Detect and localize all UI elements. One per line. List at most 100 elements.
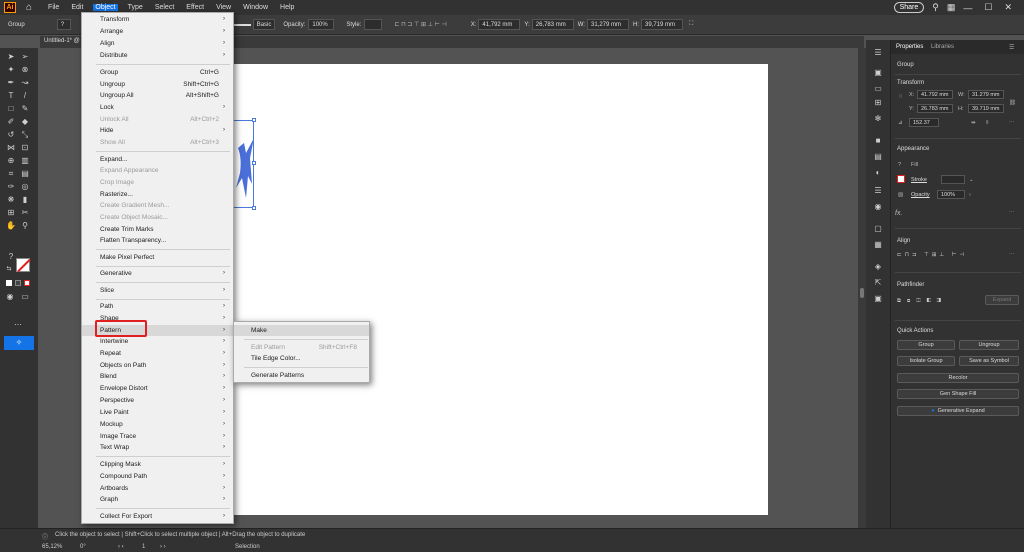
width-tool-icon[interactable]: ⋈: [6, 143, 16, 153]
menu-item[interactable]: Blend ›: [82, 371, 233, 382]
submenu-item-make[interactable]: Make: [234, 325, 369, 336]
menu-select[interactable]: Select: [153, 4, 176, 11]
generative-icon[interactable]: ✧: [4, 336, 34, 350]
rectangle-tool-icon[interactable]: □: [6, 104, 16, 114]
export-icon[interactable]: ▣: [873, 294, 883, 304]
more-tools-icon[interactable]: ⋯: [13, 320, 23, 330]
menu-item[interactable]: Transform ›: [82, 14, 233, 25]
resize-handle[interactable]: [252, 118, 256, 122]
menu-item[interactable]: Mockup ›: [82, 419, 233, 430]
minimize-icon[interactable]: —: [963, 3, 972, 13]
isolate-group-button[interactable]: Isolate Group: [897, 356, 955, 366]
stroke-style-dropdown[interactable]: Basic: [252, 19, 276, 30]
share-button[interactable]: Share: [893, 2, 925, 13]
menu-item[interactable]: Align ›: [82, 38, 233, 49]
fill-icon[interactable]: ?: [898, 162, 901, 168]
scroll-thumb[interactable]: [860, 288, 864, 298]
transform-icon[interactable]: ⛶: [689, 21, 693, 28]
menu-item[interactable]: Ungroup Shift+Ctrl+G: [82, 79, 233, 90]
artboard-nav-arrows[interactable]: › ›: [160, 544, 166, 550]
curvature-icon[interactable]: ↝: [20, 78, 30, 88]
transparency-icon[interactable]: ◉: [873, 202, 883, 212]
perspective-grid-icon[interactable]: ▥: [20, 156, 30, 166]
menu-item[interactable]: Collect For Export ›: [82, 511, 233, 522]
menu-object[interactable]: Object: [93, 4, 118, 11]
slice-tool-icon[interactable]: ✂: [20, 208, 30, 218]
artboard-number[interactable]: 1: [142, 544, 145, 550]
x-input[interactable]: 41,792 mm: [478, 19, 521, 30]
align-buttons[interactable]: ⊏⊓⊐ ⊤⊞⊥ ⊢⊣: [897, 252, 967, 258]
shape-builder-icon[interactable]: ⊕: [6, 156, 16, 166]
gradient-tool-icon[interactable]: ▤: [20, 169, 30, 179]
swatches-icon[interactable]: ◐: [873, 168, 883, 178]
x-input[interactable]: 41.792 mm: [917, 90, 953, 99]
panel-menu-icon[interactable]: ☰: [1009, 44, 1014, 51]
free-transform-icon[interactable]: ⊡: [20, 143, 30, 153]
recolor-button[interactable]: Recolor: [897, 373, 1019, 383]
type-tool-icon[interactable]: T: [6, 91, 16, 101]
scale-tool-icon[interactable]: ⤡: [20, 130, 30, 140]
menu-item[interactable]: Hide ›: [82, 125, 233, 136]
gradient-mode-icon[interactable]: [15, 280, 21, 286]
menu-item[interactable]: Perspective ›: [82, 395, 233, 406]
artboard-tool-icon[interactable]: ⊞: [6, 208, 16, 218]
chevron-right-icon[interactable]: ›: [969, 192, 971, 198]
search-icon[interactable]: ⚲: [932, 2, 939, 13]
zoom-level[interactable]: 65,12%: [42, 544, 62, 550]
generative-expand-button[interactable]: ● Generative Expand: [897, 406, 1019, 416]
document-tab[interactable]: Untitled-1* @: [44, 38, 80, 44]
gradient-icon[interactable]: ▤: [873, 152, 883, 162]
opacity-label[interactable]: Opacity: [911, 192, 930, 198]
menu-item[interactable]: Graph ›: [82, 494, 233, 505]
menu-item[interactable]: Compound Path ›: [82, 471, 233, 482]
resize-handle[interactable]: [252, 161, 256, 165]
fx-icon[interactable]: fx.: [895, 210, 902, 217]
flip-vertical-icon[interactable]: ⇳: [985, 120, 990, 126]
chevron-down-icon[interactable]: ⌄: [969, 177, 974, 183]
color-icon[interactable]: ■: [873, 136, 883, 146]
menu-item[interactable]: Lock ›: [82, 102, 233, 113]
screen-mode-icon[interactable]: ▭: [20, 292, 30, 302]
style-dropdown[interactable]: [364, 19, 383, 30]
pen-tool-icon[interactable]: ✒: [6, 78, 16, 88]
asset-export-icon[interactable]: ⇱: [873, 278, 883, 288]
rotate-tool-icon[interactable]: ↺: [6, 130, 16, 140]
menu-item[interactable]: Flatten Transparency...: [82, 235, 233, 246]
hand-tool-icon[interactable]: ✋: [6, 221, 16, 231]
lasso-icon[interactable]: ⊗: [20, 65, 30, 75]
libraries-icon[interactable]: ▣: [873, 68, 883, 78]
properties-icon[interactable]: ☰: [873, 48, 883, 58]
menu-view[interactable]: View: [214, 4, 233, 11]
menu-item[interactable]: Distribute ›: [82, 50, 233, 61]
draw-mode-icon[interactable]: ◉: [5, 292, 15, 302]
menu-item[interactable]: Image Trace ›: [82, 431, 233, 442]
gen-shape-fill-button[interactable]: Gen Shape Fill: [897, 389, 1019, 399]
menu-item[interactable]: Generative ›: [82, 268, 233, 279]
maximize-icon[interactable]: ☐: [984, 2, 992, 13]
stroke-swatch[interactable]: [897, 175, 905, 183]
rotate-input[interactable]: 152.37: [909, 118, 939, 127]
more-options-icon[interactable]: ⋯: [1009, 252, 1015, 258]
blend-tool-icon[interactable]: ◎: [20, 182, 30, 192]
menu-edit[interactable]: Edit: [69, 4, 85, 11]
flip-horizontal-icon[interactable]: ⇹: [971, 120, 976, 126]
submenu-item-generate-patterns[interactable]: Generate Patterns: [234, 370, 369, 381]
direct-selection-tool-icon[interactable]: ➢: [20, 52, 30, 62]
h-input[interactable]: 39.719 mm: [968, 104, 1004, 113]
mesh-tool-icon[interactable]: ⌗: [6, 169, 16, 179]
menu-item[interactable]: Artboards ›: [82, 483, 233, 494]
menu-item[interactable]: Expand...: [82, 154, 233, 165]
h-input[interactable]: 39,719 mm: [640, 19, 683, 30]
graph-tool-icon[interactable]: ▮: [20, 195, 30, 205]
menu-item[interactable]: Envelope Distort ›: [82, 383, 233, 394]
close-icon[interactable]: ✕: [1004, 2, 1012, 13]
menu-item[interactable]: Rasterize...: [82, 189, 233, 200]
expand-button[interactable]: Expand: [985, 295, 1019, 305]
line-tool-icon[interactable]: /: [20, 91, 30, 101]
comments-icon[interactable]: ▭: [873, 84, 883, 94]
save-as-symbol-button[interactable]: Save as Symbol: [959, 356, 1019, 366]
tab-libraries[interactable]: Libraries: [931, 44, 954, 50]
appearance-icon[interactable]: ▢: [873, 224, 883, 234]
rotation-value[interactable]: 0°: [80, 544, 86, 550]
menu-item[interactable]: Create Trim Marks: [82, 224, 233, 235]
